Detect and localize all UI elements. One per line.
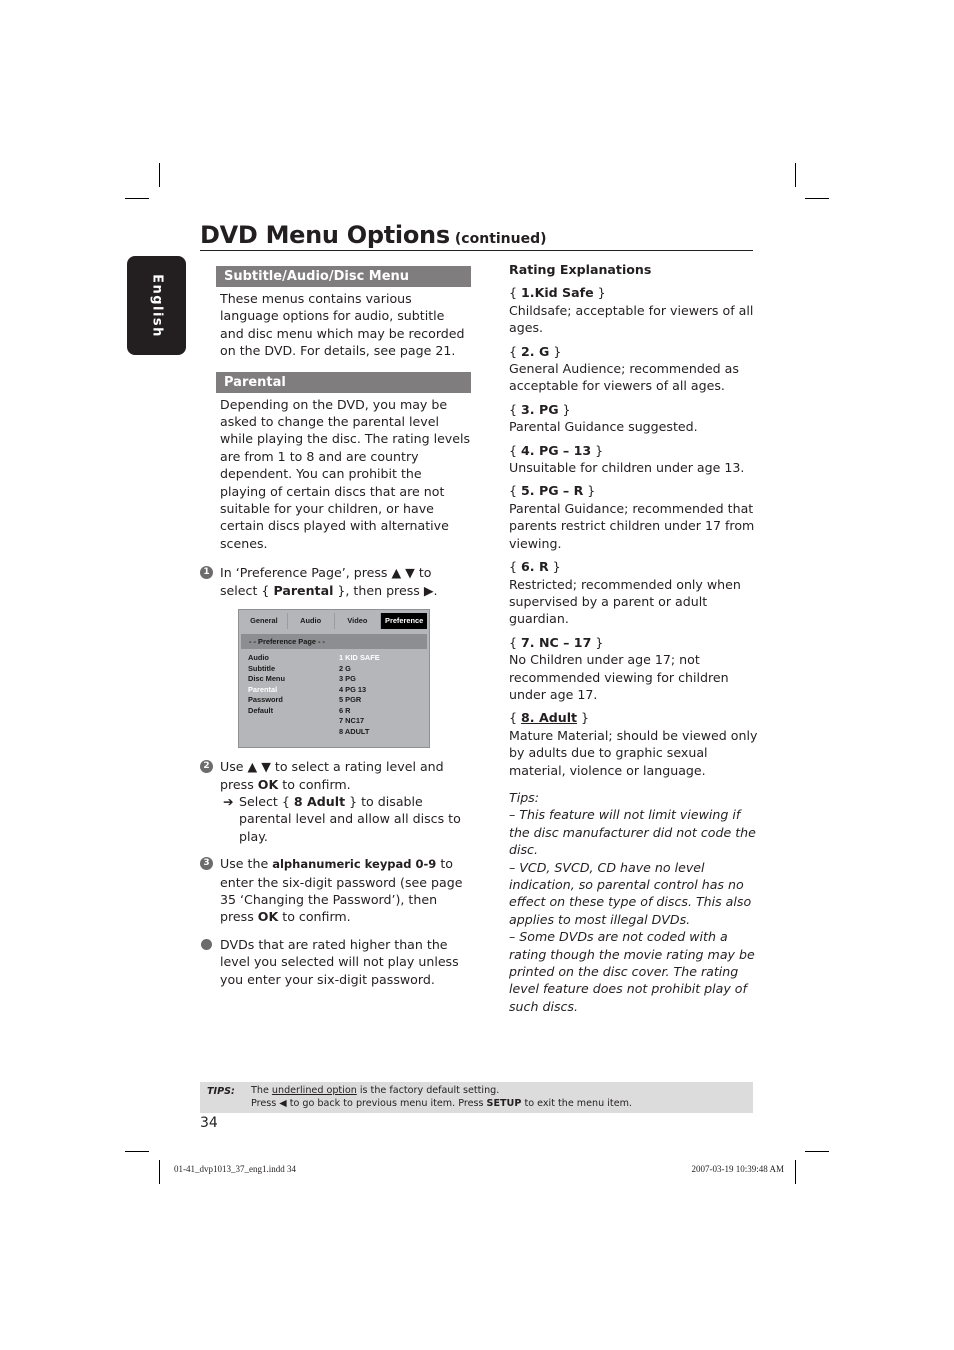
slug-timestamp: 2007-03-19 10:39:48 AM bbox=[691, 1164, 784, 1174]
tip-item: – VCD, SVCD, CD have no level indication… bbox=[509, 859, 752, 927]
tips-text: to exit the menu item. bbox=[521, 1098, 632, 1109]
osd-option: 3 PG bbox=[339, 674, 356, 684]
bullet-text: DVDs that are rated higher than the leve… bbox=[220, 936, 459, 987]
tips-text: Press ◀ to go back to previous menu item… bbox=[251, 1098, 487, 1109]
section-body-subtitle-audio-disc: These menus contains various language op… bbox=[220, 291, 465, 359]
section-heading-subtitle-audio-disc: Subtitle/Audio/Disc Menu bbox=[216, 266, 471, 287]
step-number-1: 1 bbox=[200, 566, 213, 580]
osd-option: 4 PG 13 bbox=[339, 684, 367, 694]
step-bold: 8 Adult bbox=[293, 793, 346, 809]
tips-text: The bbox=[251, 1085, 272, 1096]
step-3: 3 Use the alphanumeric keypad 0-9 to ent… bbox=[200, 855, 471, 926]
tips-line-2: Press ◀ to go back to previous menu item… bbox=[251, 1097, 632, 1110]
tips-line-1: The underlined option is the factory def… bbox=[251, 1084, 499, 1097]
tips-underlined: underlined option bbox=[271, 1085, 357, 1096]
osd-option: 2 G bbox=[339, 663, 351, 673]
crop-mark bbox=[125, 198, 149, 199]
rating-label: { 6. R } bbox=[509, 559, 561, 575]
osd-item-subtitle: Subtitle bbox=[248, 663, 276, 673]
rating-description: General Audience; recommended as accepta… bbox=[509, 361, 739, 394]
rating-label: { 7. NC – 17 } bbox=[509, 634, 604, 650]
language-tab: English bbox=[127, 256, 186, 355]
osd-option: 8 ADULT bbox=[339, 726, 370, 736]
osd-menu-items: Audio Subtitle Disc Menu Parental Passwo… bbox=[248, 653, 285, 716]
tips-bold: SETUP bbox=[486, 1098, 522, 1109]
tips-footer-bar: TIPS: The underlined option is the facto… bbox=[200, 1082, 753, 1113]
rating-explanations-heading: Rating Explanations bbox=[509, 262, 652, 277]
right-column: Rating Explanations { 1.Kid Safe } Childs… bbox=[509, 261, 759, 1015]
slug-filename: 01-41_dvp1013_37_eng1.indd 34 bbox=[174, 1164, 296, 1174]
crop-mark bbox=[159, 163, 160, 187]
step-2: 2 Use ▲ ▼ to select a rating level and p… bbox=[200, 758, 471, 845]
tips-block: Tips: – This feature will not limit view… bbox=[509, 789, 759, 1015]
tips-heading: Tips: bbox=[509, 789, 539, 805]
osd-option: 7 NC17 bbox=[339, 716, 365, 726]
rating-label: { 3. PG } bbox=[509, 401, 571, 417]
step-text: Select { bbox=[239, 793, 294, 809]
step-1: 1 In ‘Preference Page’, press ▲ ▼ to sel… bbox=[200, 564, 471, 599]
step-bold: alphanumeric keypad 0-9 bbox=[272, 857, 437, 872]
rating-description: Childsafe; acceptable for viewers of all… bbox=[509, 302, 754, 336]
osd-item-password: Password bbox=[248, 695, 283, 705]
rating-description: Parental Guidance suggested. bbox=[509, 419, 698, 435]
step-2-result: ➔ Select { 8 Adult } to disable parental… bbox=[220, 793, 471, 845]
rating-label: { 5. PG – R } bbox=[509, 483, 596, 499]
osd-item-audio: Audio bbox=[248, 653, 269, 663]
rating-label: { 2. G } bbox=[509, 343, 562, 359]
crop-mark bbox=[805, 1151, 829, 1152]
osd-tab-audio: Audio bbox=[288, 613, 335, 630]
osd-item-parental: Parental bbox=[248, 684, 278, 694]
section-body-parental: Depending on the DVD, you may be asked t… bbox=[220, 396, 471, 551]
tips-label: TIPS: bbox=[207, 1086, 235, 1097]
step-number-3: 3 bbox=[200, 857, 213, 871]
osd-preference-menu: General Audio Video Preference - - Prefe… bbox=[238, 609, 430, 749]
osd-tab-preference: Preference bbox=[381, 613, 427, 630]
section-heading-parental: Parental bbox=[216, 371, 471, 393]
osd-page-title: - - Preference Page - - bbox=[241, 634, 427, 650]
title-main: DVD Menu Options bbox=[200, 221, 450, 249]
osd-tab-video: Video bbox=[335, 613, 382, 630]
page-number: 34 bbox=[200, 1115, 218, 1131]
step-text: Use the bbox=[220, 856, 273, 872]
rating-label: { 4. PG – 13 } bbox=[509, 442, 604, 458]
bullet-note: DVDs that are rated higher than the leve… bbox=[201, 936, 471, 988]
rating-description: Unsuitable for children under age 13. bbox=[509, 460, 745, 476]
crop-mark bbox=[805, 198, 829, 199]
tip-item: – This feature will not limit viewing if… bbox=[509, 807, 756, 858]
rating-list: { 1.Kid Safe } Childsafe; acceptable for … bbox=[509, 284, 759, 779]
rating-label: { 8. Adult } bbox=[509, 710, 590, 726]
osd-item-disc-menu: Disc Menu bbox=[248, 674, 285, 684]
left-column: Subtitle/Audio/Disc Menu These menus con… bbox=[200, 266, 471, 994]
step-text: }, then press ▶. bbox=[333, 582, 438, 598]
rating-label: { 1.Kid Safe } bbox=[509, 285, 606, 301]
rating-description: No Children under age 17; not recommende… bbox=[509, 652, 729, 702]
rating-description: Mature Material; should be viewed only b… bbox=[509, 727, 758, 778]
crop-mark bbox=[795, 163, 796, 187]
bullet-icon bbox=[201, 938, 212, 950]
page-title: DVD Menu Options (continued) bbox=[200, 221, 753, 251]
osd-tab-general: General bbox=[241, 613, 288, 630]
rating-description: Restricted; recommended only when superv… bbox=[509, 576, 741, 627]
title-continued: (continued) bbox=[454, 231, 547, 247]
osd-option: 1 KID SAFE bbox=[339, 653, 380, 663]
osd-tabs: General Audio Video Preference bbox=[241, 613, 427, 630]
crop-mark bbox=[159, 1160, 160, 1184]
step-text: to confirm. bbox=[278, 909, 351, 925]
osd-option: 5 PGR bbox=[339, 695, 362, 705]
tip-item: – Some DVDs are not coded with a rating … bbox=[509, 929, 755, 1014]
step-number-2: 2 bbox=[200, 760, 213, 774]
step-bold: OK bbox=[257, 909, 279, 925]
step-bold: OK bbox=[257, 776, 279, 792]
rating-description: Parental Guidance; recommended that pare… bbox=[509, 500, 755, 551]
crop-mark bbox=[795, 1160, 796, 1184]
crop-mark bbox=[125, 1151, 149, 1152]
osd-options: 1 KID SAFE 2 G 3 PG 4 PG 13 5 PGR 6 R 7 … bbox=[339, 653, 380, 737]
language-label: English bbox=[149, 273, 164, 338]
step-text: to confirm. bbox=[278, 776, 351, 792]
osd-option: 6 R bbox=[339, 705, 351, 715]
osd-item-default: Default bbox=[248, 705, 274, 715]
tips-text: is the factory default setting. bbox=[356, 1085, 500, 1096]
arrow-right-icon: ➔ bbox=[223, 793, 234, 809]
step-bold: Parental bbox=[273, 582, 334, 598]
